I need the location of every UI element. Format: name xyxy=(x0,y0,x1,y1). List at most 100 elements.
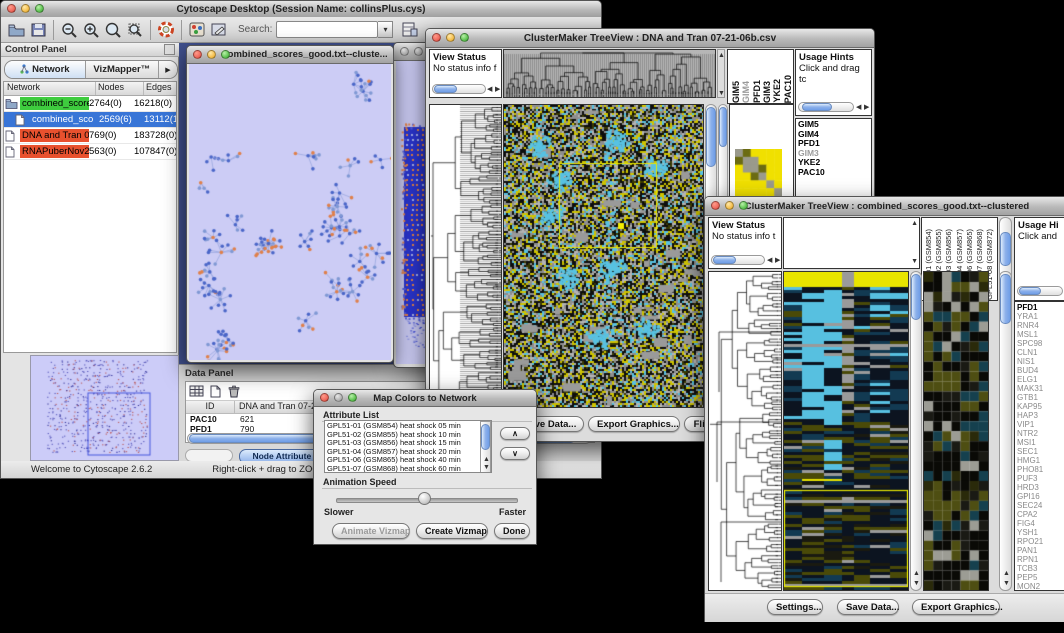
donebutton[interactable]: Done xyxy=(494,523,530,539)
search-input[interactable] xyxy=(276,21,378,38)
gene-label[interactable]: YSH1 xyxy=(1017,528,1064,537)
minimize-icon[interactable] xyxy=(414,47,423,56)
zoom-in-icon[interactable] xyxy=(80,20,102,40)
move-down-button[interactable]: ∨ xyxy=(500,447,530,460)
close-icon[interactable] xyxy=(432,33,441,42)
treeview1-row-dendrogram[interactable] xyxy=(429,104,502,408)
gene-label[interactable]: RPO21 xyxy=(1017,537,1064,546)
usage-hints-scrollbar[interactable] xyxy=(1017,286,1063,296)
minimize-icon[interactable] xyxy=(725,201,734,210)
help-lifering-icon[interactable] xyxy=(155,20,177,40)
speed-slider-thumb[interactable] xyxy=(418,492,431,505)
treeview1-titlebar[interactable]: ClusterMaker TreeView : DNA and Tran 07-… xyxy=(426,29,874,48)
minimize-icon[interactable] xyxy=(334,393,343,402)
gene-label[interactable]: TCB3 xyxy=(1017,564,1064,573)
float-panel-icon[interactable] xyxy=(164,44,175,55)
new-attribute-icon[interactable] xyxy=(208,384,223,398)
main-titlebar[interactable]: Cytoscape Desktop (Session Name: collins… xyxy=(1,1,601,18)
gene-label[interactable]: FIG4 xyxy=(1017,519,1064,528)
gene-label[interactable]: PEP5 xyxy=(1017,573,1064,582)
save-icon[interactable] xyxy=(27,20,49,40)
col-header-edges[interactable]: Edges xyxy=(144,82,176,95)
gene-label[interactable]: SEC1 xyxy=(1017,447,1064,456)
col-header-nodes[interactable]: Nodes xyxy=(96,82,144,95)
mini-vscroll-strip[interactable]: ▲▼ xyxy=(717,49,725,98)
attribute-list-vscrollbar[interactable]: ▲ ▼ xyxy=(480,421,491,473)
close-icon[interactable] xyxy=(320,393,329,402)
gene-label[interactable]: PFD1 xyxy=(1017,303,1064,312)
gene-label[interactable]: RNR4 xyxy=(1017,321,1064,330)
zoom-fit-icon[interactable] xyxy=(102,20,124,40)
vizmapper-icon[interactable] xyxy=(186,20,208,40)
scroll-right-icon[interactable]: ▶ xyxy=(495,86,500,94)
gene-label[interactable]: PHO81 xyxy=(1017,465,1064,474)
gene-label[interactable]: GPI16 xyxy=(1017,492,1064,501)
gene-label[interactable]: CLN1 xyxy=(1017,348,1064,357)
attribute-list[interactable]: GPL51-01 (GSM854) heat shock 05 minGPL51… xyxy=(324,420,492,473)
delete-trash-icon[interactable] xyxy=(226,384,242,398)
tab-network[interactable]: Network xyxy=(5,61,86,78)
search-dropdown-icon[interactable]: ▾ xyxy=(378,21,393,38)
network-view-canvas[interactable] xyxy=(189,64,391,360)
scroll-left-icon[interactable]: ◀ xyxy=(856,104,861,112)
gene-label[interactable]: HMG1 xyxy=(1017,456,1064,465)
zoom-window-icon[interactable] xyxy=(460,33,469,42)
datapanel-col-id[interactable]: ID xyxy=(186,401,235,413)
gene-label[interactable]: BUD4 xyxy=(1017,366,1064,375)
zoom-window-icon[interactable] xyxy=(739,201,748,210)
gene-label[interactable]: MON2 xyxy=(1017,582,1064,591)
close-icon[interactable] xyxy=(711,201,720,210)
col-header-network[interactable]: Network xyxy=(4,82,96,95)
gene-label[interactable]: MSL1 xyxy=(1017,330,1064,339)
gene-label[interactable]: GTB1 xyxy=(1017,393,1064,402)
treeview2-heatmap-vscrollbar[interactable]: ▲ ▼ xyxy=(910,271,922,591)
mini-heatmap[interactable] xyxy=(735,149,782,196)
close-icon[interactable] xyxy=(7,4,16,13)
gene-label[interactable]: SPC98 xyxy=(1017,339,1064,348)
treeview2-column-dendrogram[interactable]: ▲ ▼ xyxy=(783,217,920,269)
gene-label[interactable]: VIP1 xyxy=(1017,420,1064,429)
export-graphics-button[interactable]: Export Graphics... xyxy=(912,599,1000,615)
gene-label[interactable]: PAN1 xyxy=(1017,546,1064,555)
scroll-up-icon[interactable]: ▲ xyxy=(911,220,918,228)
gene-label[interactable]: SEC24 xyxy=(1017,501,1064,510)
settings-button[interactable]: Settings... xyxy=(767,599,823,615)
table-select-icon[interactable] xyxy=(188,384,205,398)
treeview1-heatmap[interactable] xyxy=(503,104,704,408)
treeview1-column-dendrogram[interactable] xyxy=(503,49,716,98)
gene-label[interactable]: NIS1 xyxy=(1017,357,1064,366)
minimize-icon[interactable] xyxy=(207,50,216,59)
minimize-icon[interactable] xyxy=(21,4,30,13)
save-data-button[interactable]: Save Data... xyxy=(837,599,899,615)
attribute-list-item[interactable]: GPL51-07 (GSM868) heat shock 60 min xyxy=(327,465,489,473)
gene-label[interactable]: MAK31 xyxy=(1017,384,1064,393)
network-row[interactable]: RNAPuberNov2+|563(0)107847(0) xyxy=(4,144,176,160)
network-overview-thumbnail[interactable] xyxy=(30,355,179,461)
zoom-window-icon[interactable] xyxy=(221,50,230,59)
scroll-down-icon[interactable]: ▼ xyxy=(911,258,918,266)
treeview2-row-dendrogram[interactable] xyxy=(708,271,782,591)
zoom-window-icon[interactable] xyxy=(348,393,357,402)
view-status-scrollbar[interactable] xyxy=(711,255,765,265)
dialog-titlebar[interactable]: Map Colors to Network xyxy=(314,390,536,407)
attribute-browser-icon[interactable] xyxy=(399,20,421,40)
minimize-icon[interactable] xyxy=(446,33,455,42)
gene-label[interactable]: CPA2 xyxy=(1017,510,1064,519)
gene-label[interactable]: YRA1 xyxy=(1017,312,1064,321)
gene-label[interactable]: ELG1 xyxy=(1017,375,1064,384)
gene-label[interactable]: PUF3 xyxy=(1017,474,1064,483)
network-row[interactable]: DNA and Tran 07769(0)183728(0) xyxy=(4,128,176,144)
treeview2-side-vscrollbar[interactable]: ▲ ▼ xyxy=(999,271,1012,591)
treeview2-heatmap[interactable] xyxy=(783,271,909,591)
window-controls[interactable] xyxy=(7,4,44,13)
gene-label[interactable]: KAP95 xyxy=(1017,402,1064,411)
gene-label[interactable]: MSI1 xyxy=(1017,438,1064,447)
gene-label[interactable]: PAC10 xyxy=(798,168,869,178)
move-up-button[interactable]: ∧ xyxy=(500,427,530,440)
tab-vizmapper[interactable]: VizMapper™ xyxy=(86,61,159,78)
annotation-icon[interactable] xyxy=(208,20,230,40)
network-window-1-titlebar[interactable]: combined_scores_good.txt--cluste... xyxy=(187,46,393,64)
tab-more-button[interactable]: ▶ xyxy=(159,61,177,78)
close-icon[interactable] xyxy=(400,47,409,56)
scroll-left-icon[interactable]: ◀ xyxy=(487,86,492,94)
